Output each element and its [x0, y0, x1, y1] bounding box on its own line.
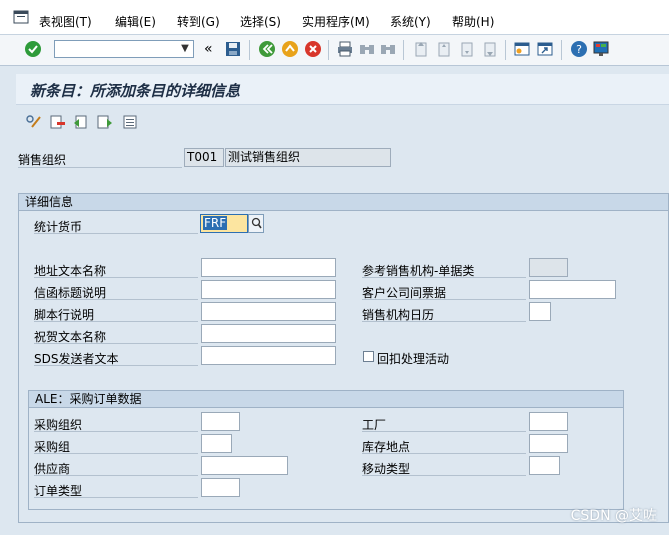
system-menu-icon[interactable]	[13, 10, 29, 24]
label-underline	[34, 365, 198, 366]
collapse-icon[interactable]: «	[204, 41, 213, 57]
order-type-field[interactable]	[201, 478, 240, 497]
menu-edit[interactable]: 编辑(E)	[115, 13, 156, 30]
vendor-field[interactable]	[201, 456, 288, 475]
label-underline	[34, 453, 198, 454]
menu-utilities[interactable]: 实用程序(M)	[302, 13, 370, 30]
save-icon[interactable]	[224, 40, 242, 58]
label-underline	[18, 167, 182, 168]
sales-org-calendar-field[interactable]	[529, 302, 551, 321]
menu-system[interactable]: 系统(Y)	[390, 13, 431, 30]
help-icon[interactable]: ?	[570, 40, 588, 58]
label-underline	[362, 321, 526, 322]
rebate-processing-label: 回扣处理活动	[377, 352, 450, 366]
intercompany-billing-field[interactable]	[529, 280, 616, 299]
print-icon[interactable]	[336, 40, 354, 58]
label-underline	[362, 431, 526, 432]
sales-org-label: 销售组织	[18, 153, 67, 167]
purchasing-org-field[interactable]	[201, 412, 240, 431]
delete-entry-icon[interactable]	[49, 114, 67, 130]
page-title: 新条目：所添加条目的详细信息	[30, 82, 241, 100]
label-underline	[34, 475, 198, 476]
label-underline	[34, 497, 198, 498]
label-underline	[362, 299, 526, 300]
search-help-icon	[251, 217, 262, 229]
create-session-icon[interactable]	[513, 40, 531, 58]
menu-goto[interactable]: 转到(G)	[177, 13, 220, 30]
label-underline	[34, 233, 198, 234]
sales-org-code-field: T001	[184, 148, 224, 167]
command-dropdown-icon[interactable]: ▼	[176, 40, 194, 58]
ale-group-title: ALE：采购订单数据	[29, 391, 623, 408]
label-underline	[362, 475, 526, 476]
layout-settings-icon[interactable]	[592, 40, 610, 58]
label-underline	[34, 321, 198, 322]
plant-field[interactable]	[529, 412, 568, 431]
first-page-icon[interactable]	[412, 40, 430, 58]
currency-value: FRF	[203, 216, 228, 230]
find-icon[interactable]	[358, 40, 376, 58]
previous-entry-icon[interactable]	[72, 114, 90, 130]
label-underline	[34, 277, 198, 278]
label-underline	[34, 299, 198, 300]
storage-location-field[interactable]	[529, 434, 568, 453]
reference-sales-org-field	[529, 258, 568, 277]
previous-page-icon[interactable]	[435, 40, 453, 58]
rebate-processing-checkbox[interactable]	[363, 351, 374, 362]
exit-icon[interactable]	[281, 40, 299, 58]
movement-type-field[interactable]	[529, 456, 560, 475]
label-underline	[362, 277, 526, 278]
display-change-icon[interactable]	[25, 114, 43, 130]
currency-search-help-button[interactable]	[248, 214, 264, 233]
address-text-name-field[interactable]	[201, 258, 336, 277]
find-next-icon[interactable]	[379, 40, 397, 58]
svg-text:?: ?	[576, 43, 582, 56]
details-group-title: 详细信息	[19, 194, 668, 211]
label-underline	[362, 453, 526, 454]
menu-help[interactable]: 帮助(H)	[452, 13, 494, 30]
label-underline	[34, 431, 198, 432]
command-field[interactable]	[54, 40, 194, 58]
letter-header-field[interactable]	[201, 280, 336, 299]
shortcut-icon[interactable]	[536, 40, 554, 58]
sds-sender-text-field[interactable]	[201, 346, 336, 365]
next-entry-icon[interactable]	[96, 114, 114, 130]
enter-check-icon[interactable]	[24, 40, 42, 58]
back-icon[interactable]	[258, 40, 276, 58]
watermark: CSDN @艾咗	[570, 508, 657, 524]
footer-line-field[interactable]	[201, 302, 336, 321]
purchasing-group-field[interactable]	[201, 434, 232, 453]
cancel-icon[interactable]	[304, 40, 322, 58]
last-page-icon[interactable]	[481, 40, 499, 58]
menu-table-view[interactable]: 表视图(T)	[39, 13, 92, 30]
sales-org-name-field: 测试销售组织	[225, 148, 391, 167]
menu-select[interactable]: 选择(S)	[240, 13, 281, 30]
next-page-icon[interactable]	[458, 40, 476, 58]
select-all-icon[interactable]	[121, 114, 139, 130]
greeting-text-field[interactable]	[201, 324, 336, 343]
label-underline	[34, 343, 198, 344]
currency-field[interactable]: FRF	[200, 214, 248, 233]
